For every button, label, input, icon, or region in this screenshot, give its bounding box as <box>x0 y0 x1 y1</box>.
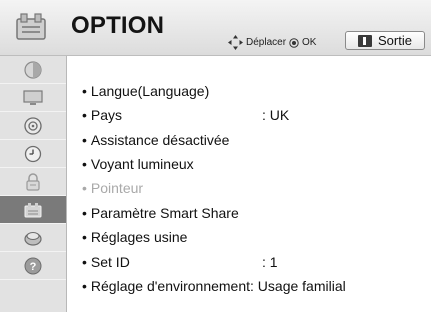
sidebar-item-image[interactable] <box>0 56 66 84</box>
category-sidebar: ? <box>0 56 67 312</box>
list-item-label: Réglages usine <box>90 229 188 245</box>
list-item[interactable]: • Langue(Language) <box>82 80 209 102</box>
exit-label: Sortie <box>378 33 412 48</box>
directional-arrows-icon <box>228 35 243 50</box>
sidebar-item-network[interactable] <box>0 224 66 252</box>
list-item-label: Pays <box>90 107 123 123</box>
list-item-value: : UK <box>262 107 290 123</box>
sidebar-item-option[interactable] <box>0 196 66 224</box>
ok-button-icon <box>289 37 299 48</box>
option-icon <box>24 202 42 217</box>
list-item[interactable]: • Réglages usine <box>82 226 187 248</box>
sidebar-item-support[interactable]: ? <box>0 252 66 280</box>
option-list: • Langue(Language) • Pays : UK • Assistance… <box>68 56 431 312</box>
lock-icon <box>26 172 40 191</box>
clock-icon <box>24 145 42 162</box>
exit-icon <box>358 34 373 47</box>
tv-screen-icon <box>23 89 43 105</box>
network-globe-icon <box>24 231 42 246</box>
move-hint-label: Déplacer <box>246 37 287 48</box>
list-item[interactable]: • Réglage d'environnement: Usage familial <box>82 275 346 297</box>
list-item-label: Assistance désactivée <box>90 132 230 148</box>
image-settings-icon <box>24 60 42 79</box>
list-item[interactable]: • Pays : UK <box>82 104 422 126</box>
option-menu-window: OPTION Déplacer OK Sortie ? • Langue(Lan… <box>0 0 431 312</box>
svg-text:?: ? <box>30 261 37 273</box>
exit-button[interactable]: Sortie <box>345 31 425 50</box>
list-item: • Pointeur <box>82 180 144 196</box>
option-icon <box>16 13 46 40</box>
list-item-label: Set ID <box>90 254 130 270</box>
speaker-icon <box>24 116 42 135</box>
list-item-label: Langue(Language) <box>90 83 210 99</box>
list-item-label: Réglage d'environnement: Usage familial <box>90 278 346 294</box>
sidebar-item-screen[interactable] <box>0 84 66 112</box>
list-item[interactable]: • Voyant lumineux <box>82 153 194 175</box>
page-title: OPTION <box>71 12 165 39</box>
list-item[interactable]: • Assistance désactivée <box>82 129 229 151</box>
list-item-label: Pointeur <box>90 180 144 196</box>
sidebar-item-time[interactable] <box>0 140 66 168</box>
list-item[interactable]: • Set ID : 1 <box>82 251 422 273</box>
list-item-value: : 1 <box>262 254 278 270</box>
menu-header: OPTION Déplacer OK Sortie <box>0 0 431 56</box>
list-item[interactable]: • Paramètre Smart Share <box>82 202 239 224</box>
ok-hint-label: OK <box>302 37 317 48</box>
sidebar-item-audio[interactable] <box>0 112 66 140</box>
help-icon: ? <box>24 257 42 274</box>
navigation-hint: Déplacer OK <box>228 35 316 50</box>
list-item-label: Paramètre Smart Share <box>90 205 239 221</box>
list-item-label: Voyant lumineux <box>90 156 194 172</box>
sidebar-item-lock[interactable] <box>0 168 66 196</box>
